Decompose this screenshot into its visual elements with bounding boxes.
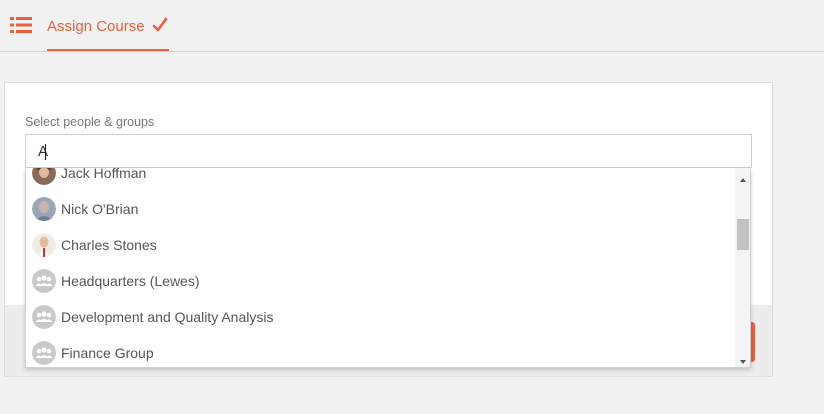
checkmark-icon: [152, 17, 168, 33]
user-avatar-icon: [32, 233, 56, 257]
people-groups-dropdown[interactable]: Jack Hoffman Nick O'Brian Charles Stones…: [25, 168, 751, 368]
dropdown-option-headquarters-lewes[interactable]: Headquarters (Lewes): [26, 263, 735, 299]
option-label: Finance Group: [61, 345, 154, 361]
user-avatar-icon: [32, 197, 56, 221]
list-icon[interactable]: [10, 16, 32, 34]
option-label: Jack Hoffman: [61, 168, 147, 181]
group-icon: [32, 269, 56, 293]
option-label: Development and Quality Analysis: [61, 309, 274, 325]
dropdown-option-nick-obrian[interactable]: Nick O'Brian: [26, 191, 735, 227]
scroll-up-arrow-icon[interactable]: [735, 172, 750, 182]
tab-assign-course-label: Assign Course: [47, 18, 145, 35]
dropdown-scrollbar[interactable]: [735, 168, 750, 367]
dropdown-list: Jack Hoffman Nick O'Brian Charles Stones…: [26, 168, 735, 367]
dropdown-option-development-quality-analysis[interactable]: Development and Quality Analysis: [26, 299, 735, 335]
text-caret: [45, 144, 46, 160]
top-navigation: Assign Course: [0, 0, 824, 52]
option-label: Nick O'Brian: [61, 201, 139, 217]
people-groups-label: Select people & groups: [25, 115, 155, 129]
group-icon: [32, 341, 56, 365]
people-search-input[interactable]: [25, 134, 752, 168]
dropdown-option-charles-stones[interactable]: Charles Stones: [26, 227, 735, 263]
user-avatar-icon: [32, 168, 56, 185]
option-label: Charles Stones: [61, 237, 157, 253]
dropdown-option-jack-hoffman[interactable]: Jack Hoffman: [26, 168, 735, 191]
dropdown-option-finance-group[interactable]: Finance Group: [26, 335, 735, 367]
scroll-down-arrow-icon[interactable]: [735, 354, 750, 364]
group-icon: [32, 305, 56, 329]
option-label: Headquarters (Lewes): [61, 273, 200, 289]
tab-assign-course[interactable]: Assign Course: [47, 0, 169, 51]
scrollbar-thumb[interactable]: [737, 219, 749, 250]
